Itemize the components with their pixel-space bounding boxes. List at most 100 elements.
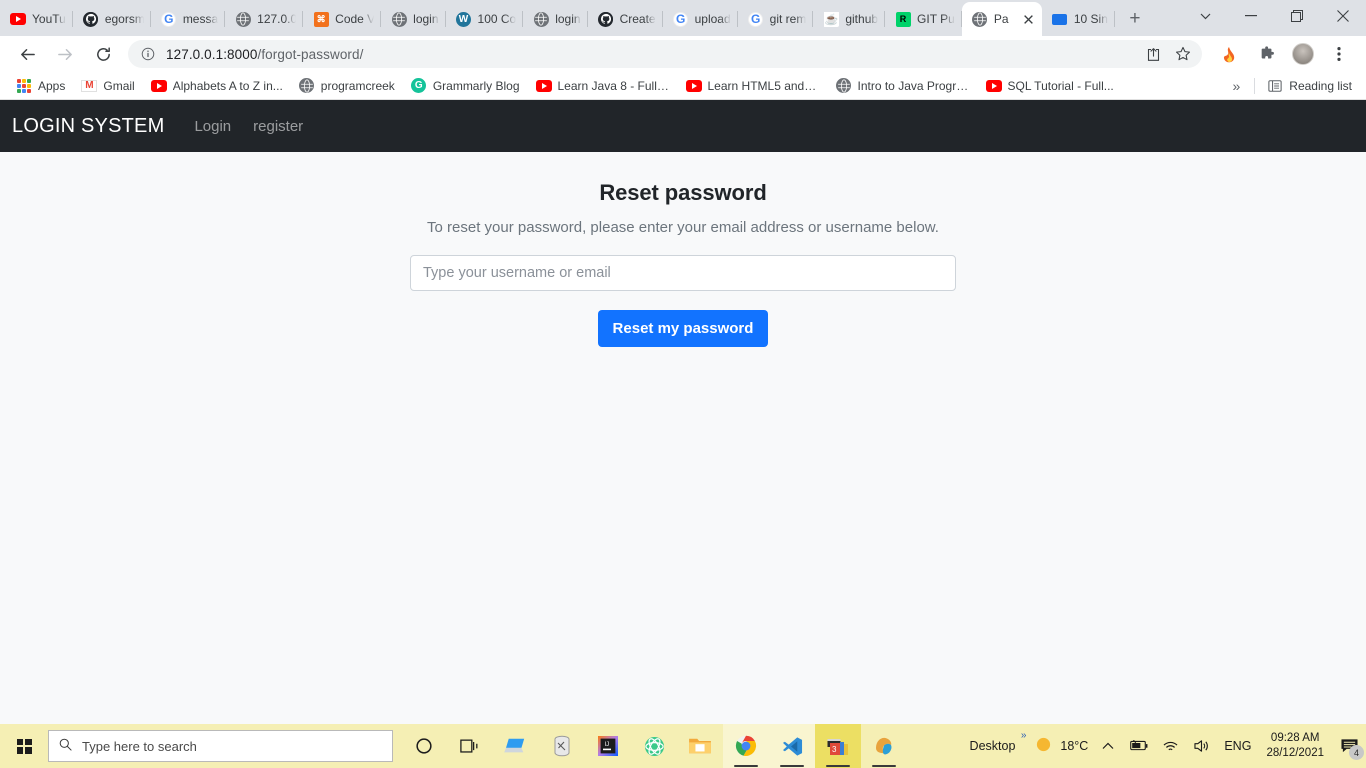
- browser-tab[interactable]: R GIT Pu: [885, 2, 962, 36]
- url-path: /forgot-password/: [257, 46, 364, 62]
- bookmark-label: Apps: [38, 78, 66, 93]
- tab-close-icon[interactable]: [1020, 10, 1038, 28]
- bookmark-label: Intro to Java Progra...: [857, 78, 970, 93]
- vs-code-icon[interactable]: [769, 724, 815, 768]
- taskbar-search-input[interactable]: Type here to search: [48, 730, 393, 762]
- tray-expand-button[interactable]: [1095, 724, 1121, 768]
- browser-tab[interactable]: YouTu: [0, 2, 73, 36]
- tab-favicon: [391, 11, 407, 27]
- bookmark-item[interactable]: Intro to Java Progra...: [828, 74, 978, 98]
- language-indicator[interactable]: ENG: [1217, 724, 1258, 768]
- bookmark-item[interactable]: M Gmail: [73, 74, 142, 98]
- browser-tab[interactable]: Gmessa: [151, 2, 226, 36]
- tab-favicon: ☕: [823, 11, 839, 27]
- tab-favicon: [972, 11, 988, 27]
- task-view-icon[interactable]: [447, 724, 493, 768]
- reset-my-password-button[interactable]: Reset my password: [597, 310, 769, 347]
- clock[interactable]: 09:28 AM 28/12/2021: [1258, 731, 1332, 761]
- star-icon[interactable]: [1170, 41, 1196, 67]
- tab-title: upload: [694, 12, 731, 26]
- new-tab-button[interactable]: +: [1121, 5, 1149, 33]
- bookmark-item[interactable]: Learn Java 8 - Full T...: [528, 74, 678, 98]
- youtube-icon: [535, 79, 552, 92]
- back-button[interactable]: [12, 39, 42, 69]
- site-brand[interactable]: LOGIN SYSTEM: [12, 115, 164, 138]
- url-host: 127.0.0.1:8000: [166, 46, 258, 62]
- close-button[interactable]: [1320, 0, 1366, 32]
- username-or-email-input[interactable]: [410, 255, 956, 291]
- google-icon: G: [673, 11, 689, 27]
- movie-maker-icon[interactable]: 3: [815, 724, 861, 768]
- bookmark-favicon: [16, 78, 32, 94]
- bookmark-item[interactable]: SQL Tutorial - Full...: [978, 74, 1122, 98]
- battery-icon[interactable]: [1121, 724, 1155, 768]
- minimize-button[interactable]: [1228, 0, 1274, 32]
- browser-tab[interactable]: login: [523, 2, 588, 36]
- bookmarks-overflow-button[interactable]: »: [1223, 78, 1251, 94]
- nav-link-register[interactable]: register: [253, 118, 303, 135]
- site-info-icon[interactable]: [140, 46, 156, 62]
- browser-tab[interactable]: 10 Sin: [1042, 2, 1115, 36]
- tab-favicon: G: [161, 11, 177, 27]
- weather-widget[interactable]: 18°C: [1028, 724, 1095, 768]
- intellij-idea-icon[interactable]: IJ: [585, 724, 631, 768]
- browser-tab[interactable]: egorsm: [73, 2, 151, 36]
- browser-tab[interactable]: login: [381, 2, 446, 36]
- cortana-icon[interactable]: [401, 724, 447, 768]
- tab-favicon: R: [895, 11, 911, 27]
- start-button[interactable]: [0, 724, 48, 768]
- flame-icon[interactable]: [1214, 39, 1244, 69]
- atom-editor-icon[interactable]: [631, 724, 677, 768]
- google-chrome-icon[interactable]: [723, 724, 769, 768]
- desktop-peek[interactable]: Desktop »: [957, 724, 1029, 768]
- browser-tab[interactable]: ⌘ Code V: [303, 2, 382, 36]
- browser-tab[interactable]: W 100 Co: [446, 2, 524, 36]
- reload-button[interactable]: [88, 39, 118, 69]
- browser-tab[interactable]: Ggit rem: [738, 2, 814, 36]
- globe-icon: [235, 11, 251, 27]
- address-bar[interactable]: 127.0.0.1:8000/forgot-password/: [128, 40, 1202, 68]
- globe-icon: [299, 78, 315, 93]
- desktop-overflow-icon[interactable]: »: [1021, 730, 1027, 741]
- wifi-icon[interactable]: [1155, 724, 1186, 768]
- tab-title: Create: [619, 12, 656, 26]
- browser-tab[interactable]: ☕ github: [813, 2, 885, 36]
- forward-button[interactable]: [50, 39, 80, 69]
- tab-title: egorsm: [104, 12, 144, 26]
- sun-icon: [1035, 736, 1052, 756]
- share-icon[interactable]: [1140, 41, 1166, 67]
- avatar[interactable]: [1292, 43, 1314, 65]
- tab-search-button[interactable]: [1182, 0, 1228, 32]
- weather-temperature: 18°C: [1060, 739, 1089, 753]
- browser-tab[interactable]: 127.0.0: [225, 2, 304, 36]
- page-title: Reset password: [599, 180, 767, 205]
- reading-list-button[interactable]: Reading list: [1259, 74, 1360, 98]
- browser-tab[interactable]: Create: [588, 2, 663, 36]
- notification-icon[interactable]: 4: [1332, 724, 1366, 768]
- nav-link-login[interactable]: Login: [194, 118, 231, 135]
- tab-title: GIT Pu: [917, 12, 955, 26]
- remote-desktop-icon[interactable]: [493, 724, 539, 768]
- tab-favicon: [235, 11, 251, 27]
- bookmark-favicon: [985, 78, 1002, 94]
- clock-time: 09:28 AM: [1270, 732, 1320, 744]
- youtube-icon: [10, 13, 26, 25]
- maximize-button[interactable]: [1274, 0, 1320, 32]
- speaker-icon[interactable]: [1186, 724, 1217, 768]
- bookmark-item[interactable]: G Grammarly Blog: [403, 74, 528, 98]
- bookmark-item[interactable]: programcreek: [291, 74, 403, 98]
- bookmark-item[interactable]: Alphabets A to Z in...: [143, 74, 291, 98]
- three-dot-menu-icon[interactable]: [1324, 39, 1354, 69]
- edge-browser-icon[interactable]: [861, 724, 907, 768]
- browser-tab[interactable]: Pa: [961, 2, 1042, 36]
- mysql-workbench-icon[interactable]: [539, 724, 585, 768]
- browser-tab[interactable]: Gupload: [663, 2, 738, 36]
- bookmark-item[interactable]: Apps: [8, 74, 73, 98]
- tab-strip: YouTu egorsm Gmessa 127.0.0 ⌘ Code V login W 100…: [0, 0, 1366, 36]
- tab-title: github: [845, 12, 879, 26]
- puzzle-icon[interactable]: [1252, 39, 1282, 69]
- tab-title: login: [555, 12, 581, 26]
- file-explorer-icon[interactable]: [677, 724, 723, 768]
- bookmark-item[interactable]: Learn HTML5 and C...: [678, 74, 828, 98]
- bookmark-favicon: G: [411, 78, 427, 94]
